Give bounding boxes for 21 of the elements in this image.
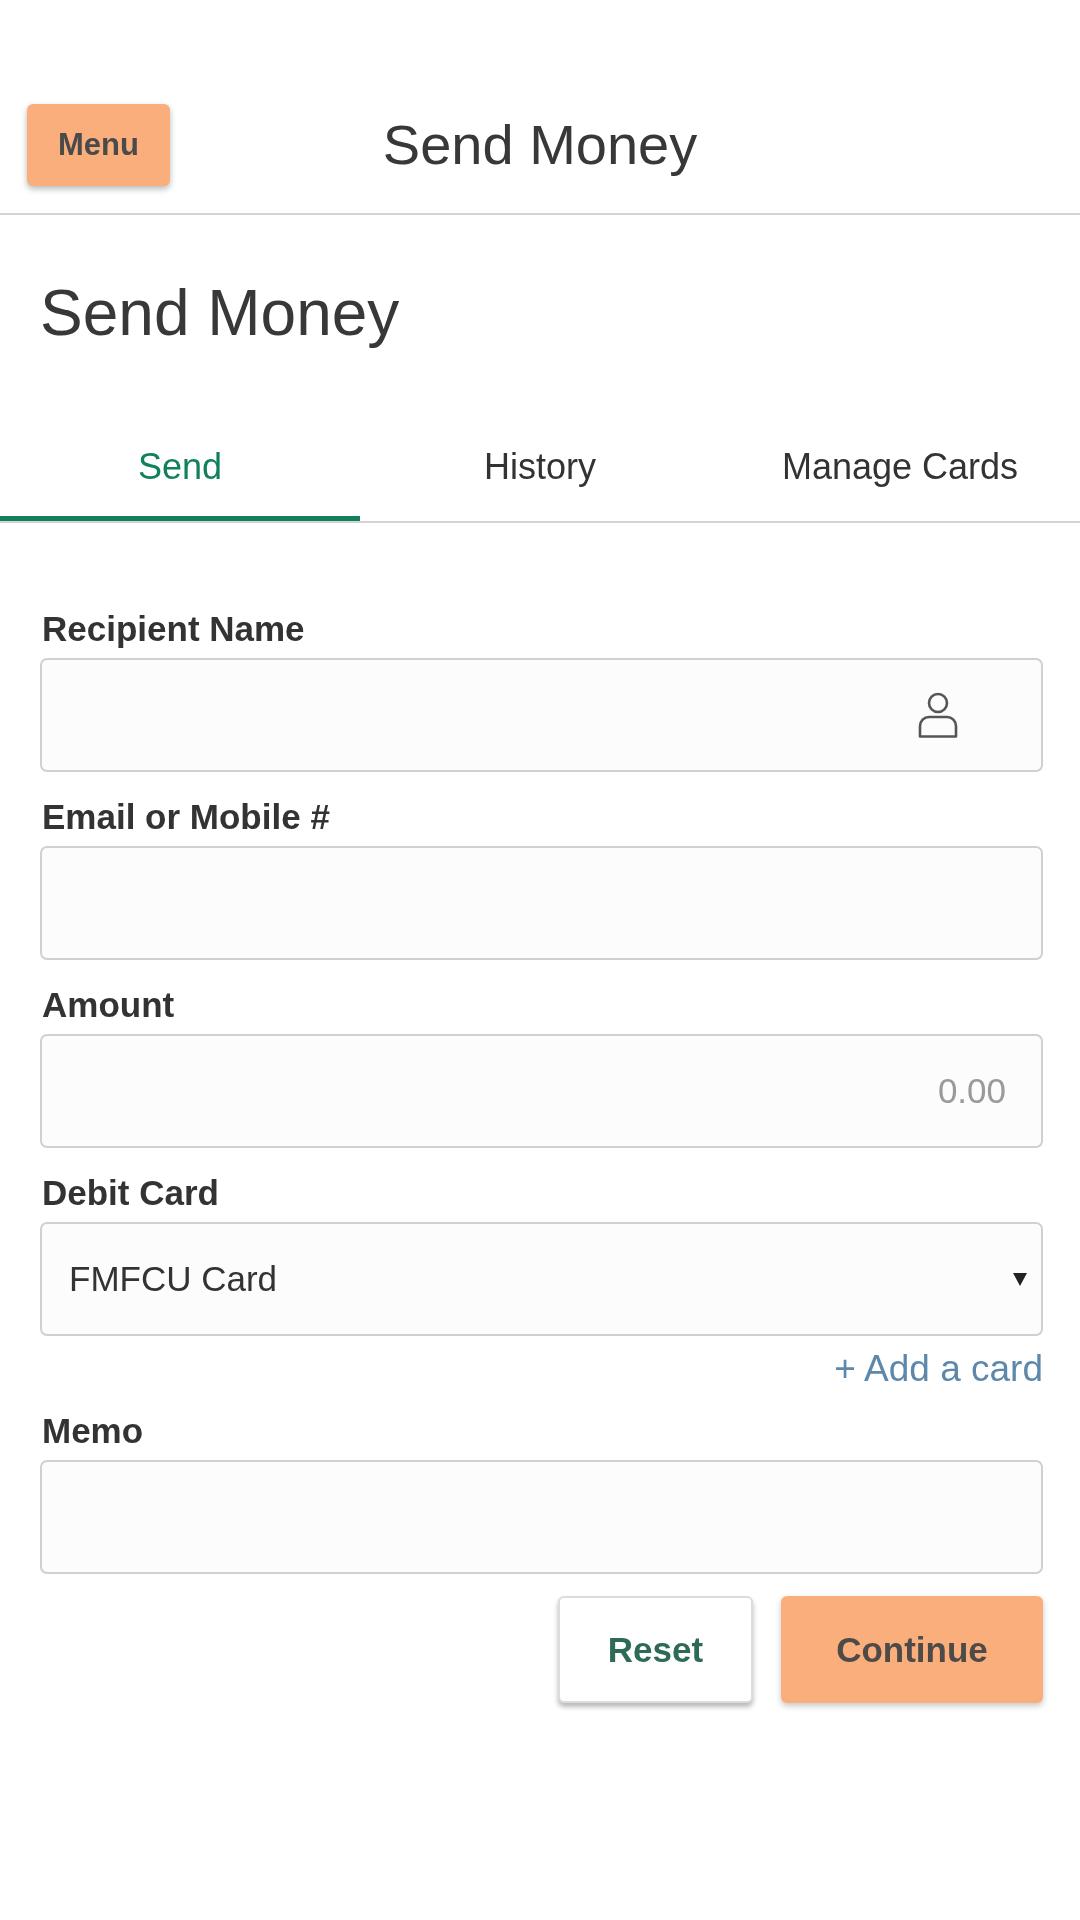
tab[interactable]: Send — [0, 424, 360, 521]
field-label: Recipient Name — [42, 609, 305, 649]
field-label: Amount — [42, 985, 175, 1025]
continue-button[interactable]: Continue — [781, 1596, 1043, 1703]
amount-field[interactable]: 0.00 — [40, 1034, 1043, 1148]
reset-button[interactable]: Reset — [558, 1596, 753, 1703]
recipient-name-field[interactable] — [40, 658, 1043, 772]
tab[interactable]: History — [360, 424, 720, 521]
field-label: Email or Mobile # — [42, 797, 330, 837]
header-title: Send Money — [382, 112, 698, 178]
debit-card-select[interactable]: FMFCU Card — [40, 1222, 1043, 1336]
page-title: Send Money — [40, 278, 400, 348]
memo-field[interactable] — [40, 1460, 1043, 1574]
menu-button[interactable]: Menu — [27, 104, 170, 186]
field-label: Debit Card — [42, 1173, 219, 1213]
add-card-link[interactable]: + Add a card — [834, 1348, 1043, 1390]
email-or-mobile-field[interactable] — [40, 846, 1043, 960]
caret-icon — [1013, 1272, 1027, 1286]
field-label: Memo — [42, 1411, 144, 1451]
tab[interactable]: Manage Cards — [720, 424, 1080, 521]
person-icon[interactable] — [918, 692, 958, 738]
